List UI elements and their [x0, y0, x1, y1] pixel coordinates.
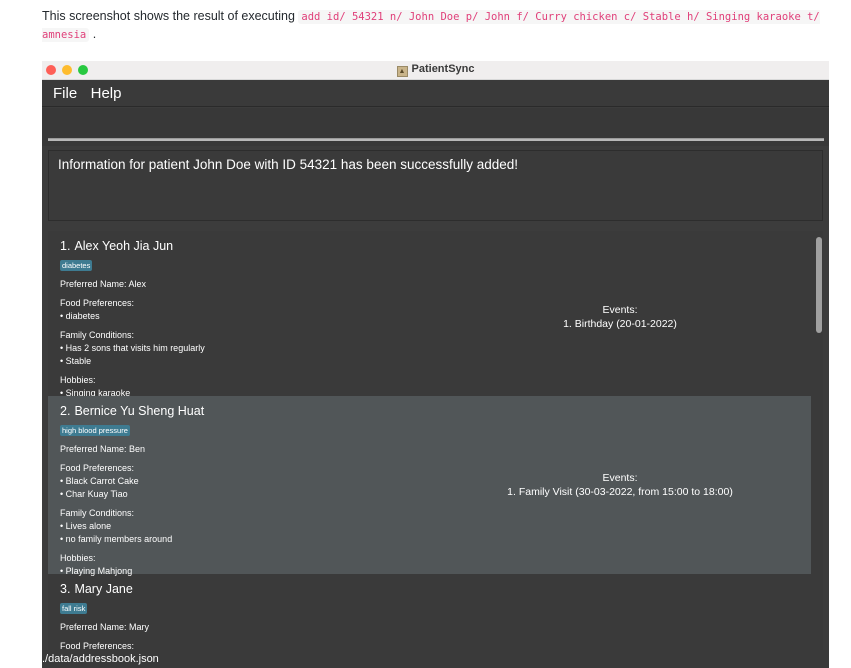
- family-label: Family Conditions:: [60, 508, 135, 518]
- family-item: • Stable: [60, 356, 92, 366]
- status-bar: ./data/addressbook.json: [42, 650, 829, 668]
- patient-title: 2. Bernice Yu Sheng Huat: [60, 404, 799, 418]
- patient-tag: fall risk: [60, 603, 88, 614]
- intro-suffix: .: [92, 27, 97, 41]
- result-message: Information for patient John Doe with ID…: [58, 157, 519, 172]
- events-panel: Events: 1. Family Visit (30-03-2022, fro…: [410, 471, 823, 499]
- patient-index: 2.: [60, 404, 71, 418]
- event-item: 1. Birthday (20-01-2022): [563, 318, 677, 330]
- patient-index: 1.: [60, 239, 71, 253]
- family-item: • Lives alone: [60, 521, 112, 531]
- patient-list[interactable]: 1. Alex Yeoh Jia Jun diabetes Preferred N…: [48, 231, 823, 651]
- intro-text: This screenshot shows the result of exec…: [42, 8, 832, 44]
- preferred-name: Preferred Name: Mary: [60, 622, 150, 632]
- family-item: • Has 2 sons that visits him regularly: [60, 343, 205, 353]
- result-display: Information for patient John Doe with ID…: [48, 150, 823, 221]
- title-bar: ▲ PatientSync: [42, 61, 829, 80]
- event-item: 1. Family Visit (30-03-2022, from 15:00 …: [507, 486, 733, 498]
- command-input[interactable]: [48, 138, 824, 141]
- hobbies-label: Hobbies:: [60, 553, 96, 563]
- window-title: PatientSync: [411, 63, 475, 75]
- window-title-wrap: ▲ PatientSync: [42, 63, 829, 77]
- preferred-name: Preferred Name: Alex: [60, 279, 147, 289]
- patient-title: 3. Mary Jane: [60, 582, 799, 596]
- patient-tag: high blood pressure: [60, 425, 130, 436]
- patient-tag: diabetes: [60, 260, 93, 271]
- menu-bar: File Help: [42, 80, 829, 107]
- patient-name: Bernice Yu Sheng Huat: [74, 404, 205, 418]
- patient-name: Mary Jane: [74, 582, 133, 596]
- menu-file[interactable]: File: [42, 80, 82, 107]
- menu-help[interactable]: Help: [87, 80, 127, 107]
- patient-name: Alex Yeoh Jia Jun: [74, 239, 174, 253]
- storage-path: ./data/addressbook.json: [42, 653, 159, 665]
- patient-card[interactable]: 1. Alex Yeoh Jia Jun diabetes Preferred N…: [48, 231, 811, 398]
- app-window: ▲ PatientSync File Help Information for p…: [42, 61, 829, 668]
- patient-title: 1. Alex Yeoh Jia Jun: [60, 239, 799, 253]
- app-icon: ▲: [396, 66, 408, 77]
- intro-prefix: This screenshot shows the result of exec…: [42, 9, 295, 23]
- patient-card[interactable]: 2. Bernice Yu Sheng Huat high blood press…: [48, 396, 811, 576]
- list-scrollbar[interactable]: [816, 237, 822, 333]
- events-label: Events:: [602, 472, 638, 484]
- events-panel: Events: 1. Birthday (20-01-2022): [410, 303, 823, 331]
- family-item: • no family members around: [60, 534, 173, 544]
- patient-card[interactable]: 3. Mary Jane fall risk Preferred Name: Ma…: [48, 574, 811, 651]
- patient-index: 3.: [60, 582, 71, 596]
- preferred-name: Preferred Name: Ben: [60, 444, 146, 454]
- events-label: Events:: [602, 304, 638, 316]
- hobbies-label: Hobbies:: [60, 375, 96, 385]
- command-area: [42, 108, 829, 146]
